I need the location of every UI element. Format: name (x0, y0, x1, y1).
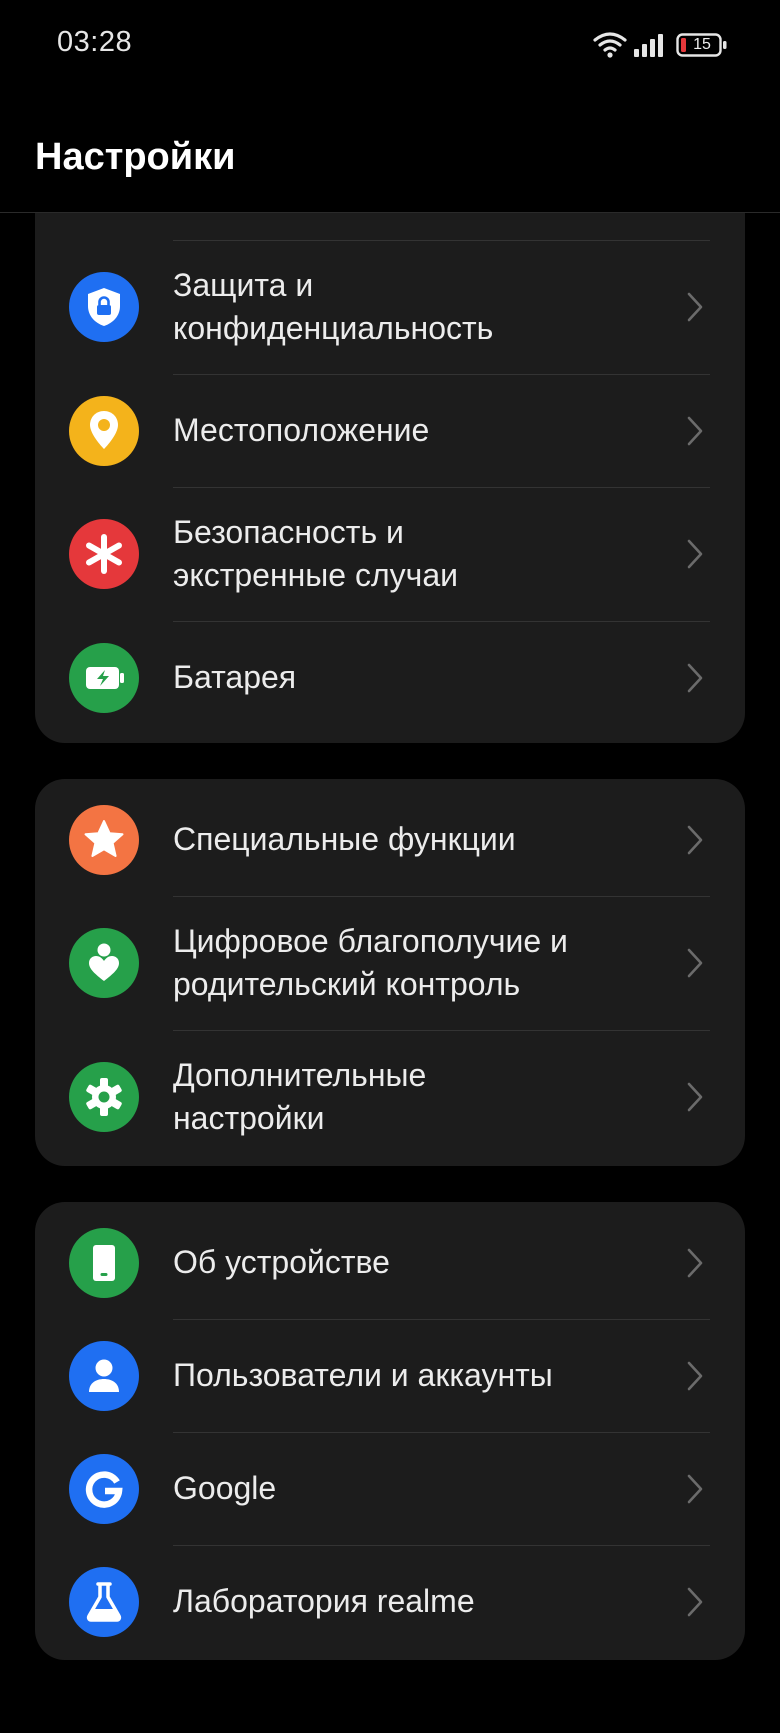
settings-group-2: Специальные функции Цифровое благополучи… (35, 779, 745, 1166)
person-heart-icon (69, 928, 139, 998)
settings-item-partial[interactable] (35, 213, 745, 240)
settings-item-safety[interactable]: Безопасность и экстренные случаи (35, 488, 745, 621)
chevron-right-icon (687, 1361, 703, 1391)
settings-item-label: Об устройстве (173, 1244, 390, 1280)
settings-item-label: Дополнительные настройки (173, 1057, 427, 1136)
settings-item-label: Батарея (173, 659, 297, 695)
asterisk-icon (69, 519, 139, 589)
settings-item-digital-wellbeing[interactable]: Цифровое благополучие и родительский кон… (35, 897, 745, 1030)
settings-item-about-device[interactable]: Об устройстве (35, 1202, 745, 1319)
chevron-right-icon (687, 1248, 703, 1278)
settings-item-label: Специальные функции (173, 821, 516, 857)
wifi-icon (593, 32, 627, 58)
settings-item-privacy[interactable]: Защита и конфиденциальность (35, 241, 745, 374)
chevron-right-icon (687, 1082, 703, 1112)
settings-item-users-accounts[interactable]: Пользователи и аккаунты (35, 1320, 745, 1432)
signal-icon (634, 34, 663, 57)
settings-item-location[interactable]: Местоположение (35, 375, 745, 487)
settings-item-realme-lab[interactable]: Лаборатория realme (35, 1546, 745, 1660)
status-time: 03:28 (57, 26, 133, 58)
settings-item-label: Пользователи и аккаунты (173, 1357, 553, 1393)
chevron-right-icon (687, 1587, 703, 1617)
settings-item-label: Лаборатория realme (173, 1583, 475, 1619)
gear-icon (69, 1062, 139, 1132)
battery-level: 15 (693, 36, 711, 53)
google-icon (69, 1454, 139, 1524)
chevron-right-icon (687, 948, 703, 978)
chevron-right-icon (687, 1474, 703, 1504)
settings-item-additional[interactable]: Дополнительные настройки (35, 1031, 745, 1166)
settings-group-1: Защита и конфиденциальность Местоположен… (35, 213, 745, 743)
chevron-right-icon (687, 292, 703, 322)
user-icon (69, 1341, 139, 1411)
settings-item-label: Местоположение (173, 412, 430, 448)
settings-item-label: Цифровое благополучие и родительский кон… (173, 923, 568, 1002)
settings-item-label: Безопасность и экстренные случаи (173, 514, 458, 593)
status-bar: 03:28 15 (0, 0, 780, 92)
chevron-right-icon (687, 663, 703, 693)
settings-item-label: Google (173, 1470, 277, 1506)
star-icon (69, 805, 139, 875)
app-bar: Настройки (0, 92, 780, 213)
chevron-right-icon (687, 416, 703, 446)
settings-item-accessibility[interactable]: Специальные функции (35, 779, 745, 896)
battery-charging-icon (69, 643, 139, 713)
settings-item-label: Защита и конфиденциальность (173, 267, 494, 346)
settings-item-battery[interactable]: Батарея (35, 622, 745, 743)
page-title: Настройки (35, 136, 236, 178)
flask-icon (69, 1567, 139, 1637)
shield-lock-icon (69, 272, 139, 342)
chevron-right-icon (687, 825, 703, 855)
location-pin-icon (69, 396, 139, 466)
settings-group-3: Об устройстве Пользователи и аккаунты Go… (35, 1202, 745, 1660)
settings-item-google[interactable]: Google (35, 1433, 745, 1545)
phone-icon (69, 1228, 139, 1298)
chevron-right-icon (687, 539, 703, 569)
settings-list[interactable]: Защита и конфиденциальность Местоположен… (0, 213, 780, 1733)
